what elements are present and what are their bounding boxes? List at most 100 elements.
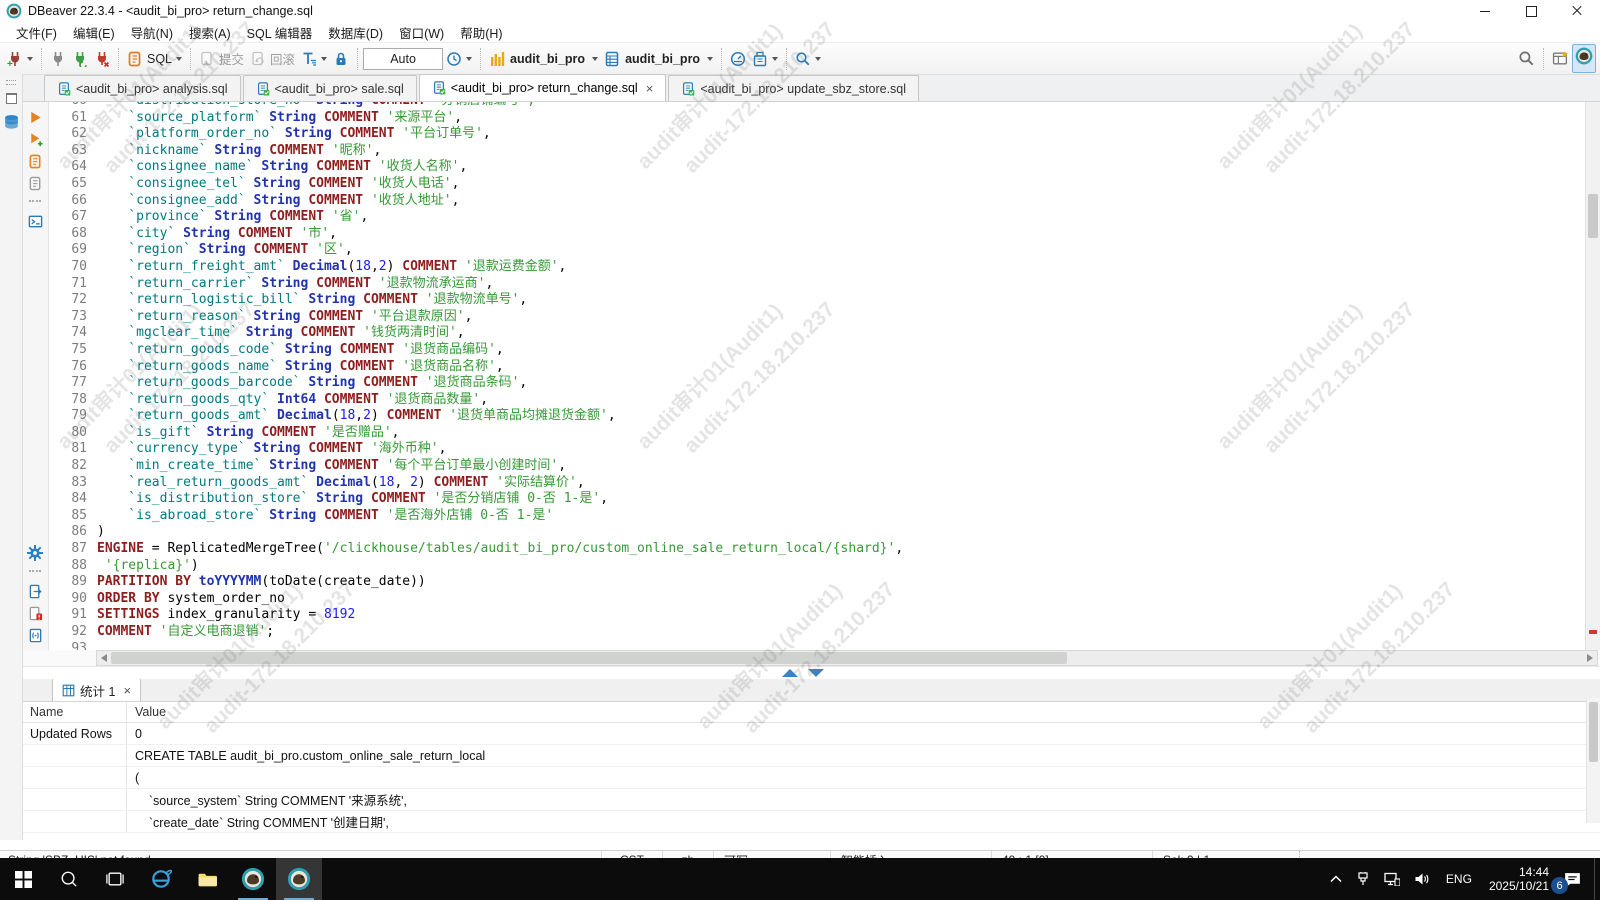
code-line-84[interactable]: 84 `is_distribution_store` String COMMEN… — [49, 491, 1585, 508]
menu-item-3[interactable]: 搜索(A) — [181, 23, 239, 42]
menu-item-1[interactable]: 编辑(E) — [65, 23, 123, 42]
tray-network-icon[interactable] — [1377, 858, 1407, 900]
show-desktop-button[interactable] — [1594, 858, 1600, 900]
panel-splitter[interactable] — [22, 666, 1600, 679]
menu-item-4[interactable]: SQL 编辑器 — [239, 23, 321, 42]
code-line-70[interactable]: 70 `return_freight_amt` Decimal(18,2) CO… — [49, 259, 1585, 276]
code-line-91[interactable]: 91SETTINGS index_granularity = 8192 — [49, 607, 1585, 624]
stats-row-0[interactable]: Updated Rows0 — [22, 723, 1600, 745]
execute-script-button[interactable] — [28, 154, 43, 169]
code-line-64[interactable]: 64 `consignee_name` String COMMENT '收货人名… — [49, 159, 1585, 176]
start-button[interactable] — [0, 858, 46, 900]
code-line-87[interactable]: 87ENGINE = ReplicatedMergeTree('/clickho… — [49, 541, 1585, 558]
editor-vertical-scrollbar[interactable] — [1585, 102, 1600, 650]
show-problems-button[interactable] — [28, 606, 43, 621]
transaction-lock-button[interactable] — [330, 49, 352, 69]
menu-item-7[interactable]: 帮助(H) — [452, 23, 510, 42]
code-line-86[interactable]: 86) — [49, 524, 1585, 541]
code-line-62[interactable]: 62 `platform_order_no` String COMMENT '平… — [49, 126, 1585, 143]
tray-usb-icon[interactable] — [1349, 858, 1377, 900]
code-line-72[interactable]: 72 `return_logistic_bill` String COMMENT… — [49, 292, 1585, 309]
transaction-log-button[interactable] — [443, 49, 475, 69]
stats-row-4[interactable]: `create_date` String COMMENT '创建日期', — [22, 811, 1600, 833]
editor-tab-0[interactable]: <audit_bi_pro> analysis.sql — [44, 75, 241, 101]
code-line-89[interactable]: 89PARTITION BY toYYYYMM(toDate(create_da… — [49, 574, 1585, 591]
editor-horizontal-scrollbar[interactable] — [96, 650, 1598, 666]
tray-chevron-up-icon[interactable] — [1323, 858, 1349, 900]
stats-vertical-scrollbar[interactable] — [1586, 698, 1600, 823]
code-line-81[interactable]: 81 `currency_type` String COMMENT '海外币种'… — [49, 441, 1585, 458]
stats-row-2[interactable]: ( — [22, 767, 1600, 789]
code-line-75[interactable]: 75 `return_goods_code` String COMMENT '退… — [49, 342, 1585, 359]
code-line-85[interactable]: 85 `is_abroad_store` String COMMENT '是否海… — [49, 508, 1585, 525]
query-variables-button[interactable] — [28, 628, 43, 643]
close-button[interactable] — [1554, 0, 1600, 22]
autocommit-select[interactable]: Auto — [363, 48, 443, 70]
error-marker[interactable] — [1589, 630, 1597, 634]
code-line-63[interactable]: 63 `nickname` String COMMENT '昵称', — [49, 143, 1585, 160]
code-line-82[interactable]: 82 `min_create_time` String COMMENT '每个平… — [49, 458, 1585, 475]
code-line-61[interactable]: 61 `source_platform` String COMMENT '来源平… — [49, 110, 1585, 127]
dashboard-button[interactable] — [727, 49, 749, 69]
drag-handle[interactable] — [6, 80, 16, 85]
column-header-value[interactable]: Value — [126, 702, 1600, 722]
file-explorer-button[interactable] — [184, 858, 230, 900]
stats-row-3[interactable]: `source_system` String COMMENT '来源系统', — [22, 789, 1600, 811]
scrollbar-thumb[interactable] — [111, 652, 1067, 664]
execute-statement-button[interactable] — [28, 110, 43, 125]
database-navigator-icon[interactable] — [3, 114, 20, 136]
rollback-button[interactable]: 回滚 — [247, 47, 298, 70]
maximize-panel-icon[interactable] — [782, 669, 798, 677]
connection-selector[interactable]: audit_bi_pro — [486, 49, 601, 69]
quick-access-search-button[interactable] — [1515, 48, 1538, 69]
search-button[interactable] — [792, 49, 824, 69]
code-line-66[interactable]: 66 `consignee_add` String COMMENT '收货人地址… — [49, 193, 1585, 210]
code-line-77[interactable]: 77 `return_goods_barcode` String COMMENT… — [49, 375, 1585, 392]
code-line-60[interactable]: 60 `distribution_store_no` String COMMEN… — [49, 102, 1585, 110]
editor-tab-2[interactable]: <audit_bi_pro> return_change.sql× — [419, 74, 667, 101]
dbeaver-taskbar-button[interactable] — [230, 858, 276, 900]
dbeaver-perspective-button[interactable] — [1572, 44, 1596, 73]
connect-button[interactable] — [47, 49, 69, 69]
menu-item-6[interactable]: 窗口(W) — [391, 23, 452, 42]
next-query-button[interactable] — [28, 584, 43, 599]
new-sql-editor-button[interactable]: SQL — [124, 49, 185, 69]
menu-item-2[interactable]: 导航(N) — [123, 23, 181, 42]
code-line-78[interactable]: 78 `return_goods_qty` Int64 COMMENT '退货商… — [49, 392, 1585, 409]
sql-editor[interactable]: 60 `distribution_store_no` String COMMEN… — [49, 102, 1585, 650]
new-connection-button[interactable]: + — [4, 49, 36, 69]
transaction-mode-button[interactable] — [298, 49, 330, 69]
reconnect-button[interactable] — [69, 49, 91, 69]
taskbar-clock[interactable]: 14:44 2025/10/21 — [1481, 865, 1557, 893]
tab-statistics[interactable]: 统计 1 × — [52, 678, 141, 701]
code-line-92[interactable]: 92COMMENT '自定义电商退销'; — [49, 624, 1585, 641]
scrollbar-thumb[interactable] — [1589, 702, 1598, 762]
scroll-right-icon[interactable] — [1587, 654, 1593, 662]
schema-selector[interactable]: audit_bi_pro — [601, 49, 716, 69]
disconnect-button[interactable] — [91, 49, 113, 69]
code-line-83[interactable]: 83 `real_return_goods_amt` Decimal(18, 2… — [49, 475, 1585, 492]
scrollbar-thumb[interactable] — [1588, 194, 1598, 238]
code-line-90[interactable]: 90ORDER BY system_order_no — [49, 591, 1585, 608]
tray-volume-icon[interactable] — [1407, 858, 1437, 900]
menu-item-0[interactable]: 文件(F) — [8, 23, 65, 42]
code-line-69[interactable]: 69 `region` String COMMENT '区', — [49, 242, 1585, 259]
editor-tab-3[interactable]: <audit_bi_pro> update_sbz_store.sql — [668, 75, 919, 101]
scroll-left-icon[interactable] — [101, 654, 107, 662]
code-line-88[interactable]: 88 '{replica}') — [49, 558, 1585, 575]
explain-plan-button[interactable] — [28, 176, 43, 191]
task-view-button[interactable] — [92, 858, 138, 900]
minimize-panel-icon[interactable] — [808, 669, 824, 677]
minimize-button[interactable] — [1462, 0, 1508, 22]
code-line-67[interactable]: 67 `province` String COMMENT '省', — [49, 209, 1585, 226]
dbeaver-taskbar-button-active[interactable] — [276, 858, 322, 900]
code-line-93[interactable]: 93 — [49, 641, 1585, 650]
restore-panel-icon[interactable] — [6, 93, 17, 104]
code-line-65[interactable]: 65 `consignee_tel` String COMMENT '收货人电话… — [49, 176, 1585, 193]
code-line-76[interactable]: 76 `return_goods_name` String COMMENT '退… — [49, 359, 1585, 376]
open-console-button[interactable] — [28, 214, 43, 229]
input-language-indicator[interactable]: ENG — [1437, 872, 1481, 886]
editor-settings-button[interactable] — [27, 545, 43, 561]
code-line-73[interactable]: 73 `return_reason` String COMMENT '平台退款原… — [49, 309, 1585, 326]
action-center-button[interactable]: 6 — [1557, 858, 1594, 900]
